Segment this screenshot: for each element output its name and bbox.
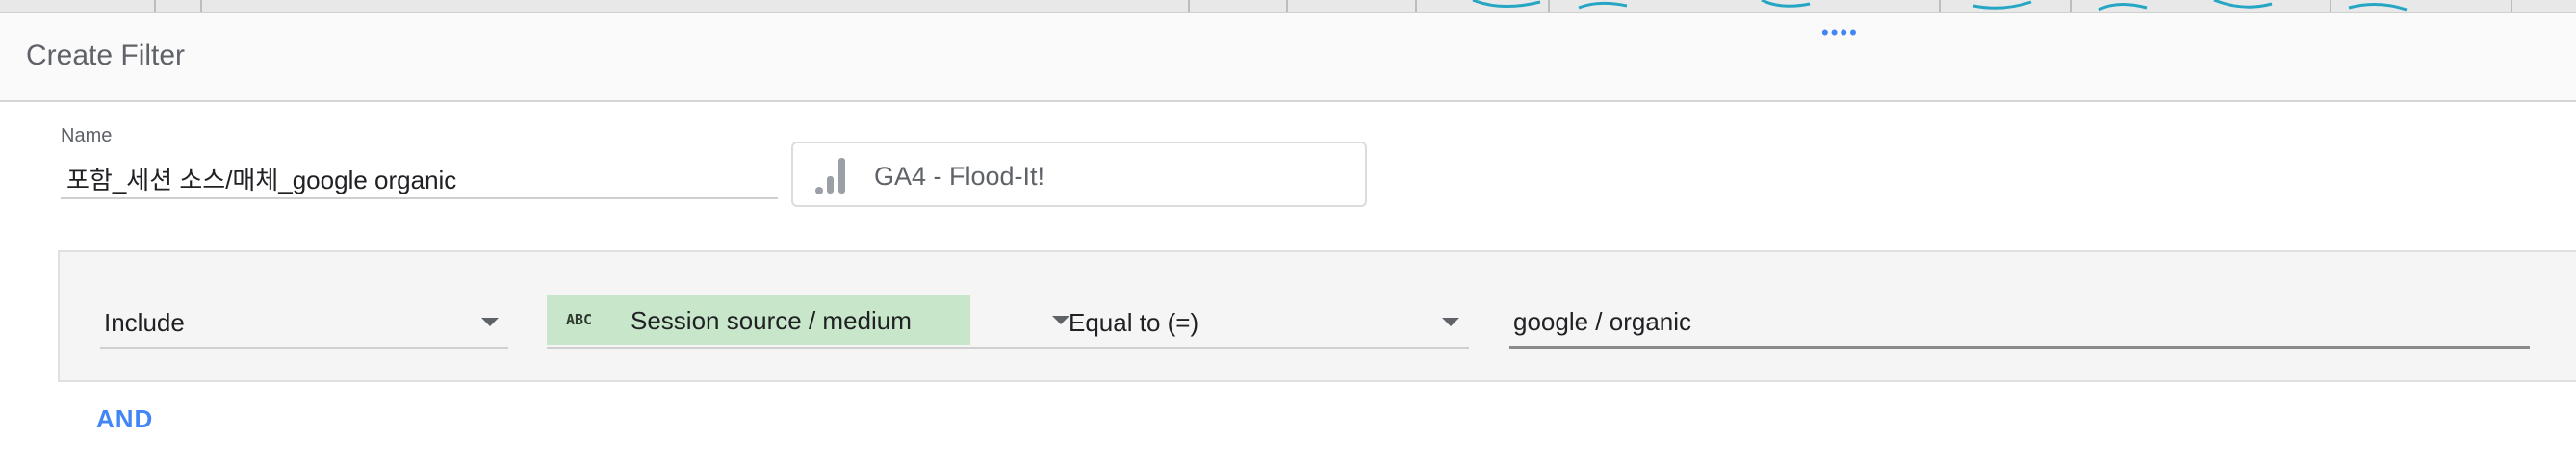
- include-exclude-dropdown[interactable]: Include: [100, 298, 508, 349]
- data-source-label: GA4 - Flood-It!: [874, 162, 1045, 191]
- filter-name-section: Name: [61, 125, 778, 199]
- filter-name-label: Name: [61, 125, 113, 146]
- bar-chart-icon: [814, 155, 853, 200]
- dimension-underline: [547, 347, 1082, 349]
- include-exclude-value: Include: [104, 308, 185, 337]
- dropdown-arrow-icon: [1442, 318, 1459, 326]
- dropdown-arrow-icon: [481, 318, 499, 326]
- add-and-condition-button[interactable]: AND: [96, 404, 153, 434]
- filter-clause-row: Include ABC Session source / medium Equa…: [58, 250, 2576, 382]
- filter-name-input[interactable]: [61, 159, 778, 199]
- data-source-selector[interactable]: GA4 - Flood-It!: [791, 142, 1367, 207]
- filter-value-input[interactable]: [1509, 298, 2530, 349]
- dimension-chip[interactable]: ABC Session source / medium: [547, 295, 970, 345]
- text-type-icon: ABC: [566, 311, 593, 328]
- dimension-label: Session source / medium: [631, 306, 912, 335]
- operator-dropdown[interactable]: Equal to (=): [1065, 298, 1469, 349]
- dialog-title: Create Filter: [26, 39, 186, 71]
- drag-handle-icon[interactable]: ••••: [1821, 22, 1859, 43]
- dialog-header: Create Filter ••••: [0, 13, 2576, 102]
- background-report-strip: [0, 0, 2576, 13]
- background-chart-lines: [1472, 0, 2408, 12]
- operator-value: Equal to (=): [1069, 308, 1199, 337]
